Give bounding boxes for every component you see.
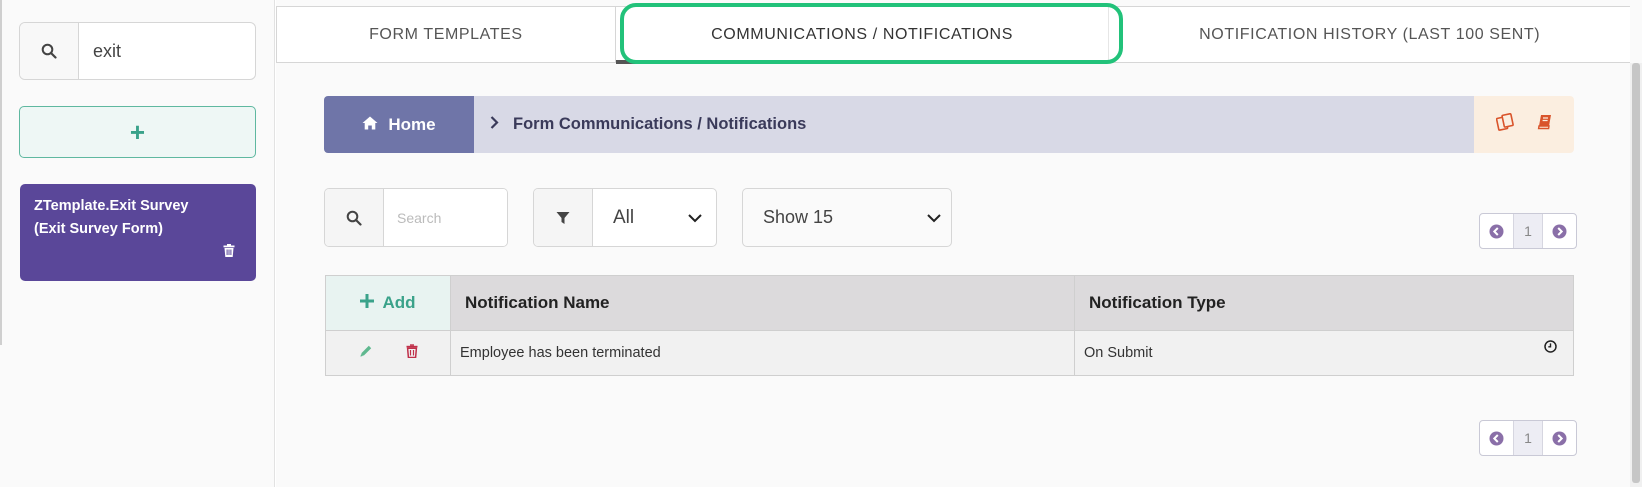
template-card[interactable]: ZTemplate.Exit Survey (Exit Survey Form) — [20, 184, 256, 281]
arrow-right-circle-icon — [1552, 431, 1567, 445]
notification-name-cell[interactable]: Employee has been terminated — [451, 331, 1075, 375]
breadcrumb-home[interactable]: Home — [324, 96, 474, 153]
main-panel: FORM TEMPLATES COMMUNICATIONS / NOTIFICA… — [276, 0, 1642, 487]
scrollbar-thumb[interactable] — [1632, 63, 1640, 483]
filter-icon — [534, 189, 593, 246]
sidebar-search[interactable]: exit — [19, 22, 256, 80]
next-page-button[interactable] — [1543, 421, 1576, 455]
add-notification-label: Add — [382, 293, 416, 312]
current-page: 1 — [1513, 421, 1543, 455]
sidebar: exit + ZTemplate.Exit Survey (Exit Surve… — [0, 0, 275, 487]
row-actions — [326, 331, 451, 375]
search-icon — [20, 23, 79, 79]
prev-page-button[interactable] — [1480, 214, 1513, 248]
active-tab-underline — [615, 60, 1101, 64]
type-filter-select[interactable]: All — [593, 189, 716, 246]
delete-template-icon[interactable] — [223, 242, 235, 265]
edit-pencil-icon[interactable] — [359, 344, 373, 363]
tab-notification-history[interactable]: NOTIFICATION HISTORY (LAST 100 SENT) — [1108, 7, 1630, 62]
template-card-subtitle: (Exit Survey Form) — [34, 221, 163, 237]
delete-trash-icon[interactable] — [406, 343, 418, 363]
home-icon — [362, 115, 378, 135]
arrow-right-circle-icon — [1552, 224, 1567, 238]
vertical-scrollbar[interactable] — [1630, 63, 1642, 487]
pagination-bottom: 1 — [1479, 420, 1577, 456]
tab-label: FORM TEMPLATES — [369, 25, 523, 43]
notifications-table: Add Notification Name Notification Type … — [325, 275, 1574, 376]
tab-label: COMMUNICATIONS / NOTIFICATIONS — [711, 25, 1013, 43]
chevron-right-icon — [490, 115, 499, 134]
search-input[interactable] — [384, 189, 507, 246]
tab-form-templates[interactable]: FORM TEMPLATES — [277, 7, 616, 62]
column-header-name[interactable]: Notification Name — [451, 276, 1075, 330]
arrow-left-circle-icon — [1489, 224, 1504, 238]
pagination-top: 1 — [1479, 213, 1577, 249]
table-header: Add Notification Name Notification Type — [326, 276, 1573, 331]
tab-bar: FORM TEMPLATES COMMUNICATIONS / NOTIFICA… — [276, 6, 1630, 64]
notification-type-value: On Submit — [1084, 345, 1153, 361]
page-size-select[interactable]: Show 15 — [742, 188, 952, 247]
type-filter-value: All — [613, 206, 635, 228]
add-template-button[interactable]: + — [19, 106, 256, 158]
page-size-value: Show 15 — [763, 207, 834, 227]
copy-icon[interactable] — [1495, 112, 1514, 136]
app-window: exit + ZTemplate.Exit Survey (Exit Surve… — [0, 0, 1642, 487]
search-icon — [325, 189, 384, 246]
breadcrumb-home-label: Home — [388, 114, 436, 134]
template-card-title: ZTemplate.Exit Survey — [34, 198, 189, 214]
arrow-left-circle-icon — [1489, 431, 1504, 445]
notification-search[interactable] — [324, 188, 508, 247]
table-row: Employee has been terminated On Submit — [326, 331, 1573, 375]
tab-communications-notifications[interactable]: COMMUNICATIONS / NOTIFICATIONS — [615, 7, 1109, 64]
plus-icon — [360, 293, 375, 313]
column-header-type[interactable]: Notification Type — [1075, 276, 1573, 330]
clock-icon[interactable] — [1544, 340, 1557, 357]
sidebar-search-input[interactable]: exit — [79, 23, 255, 79]
breadcrumb-actions — [1474, 96, 1574, 153]
breadcrumb-current: Form Communications / Notifications — [474, 96, 1474, 153]
add-notification-button[interactable]: Add — [326, 276, 451, 330]
next-page-button[interactable] — [1543, 214, 1576, 248]
tab-label: NOTIFICATION HISTORY (LAST 100 SENT) — [1199, 25, 1541, 43]
type-filter[interactable]: All — [533, 188, 717, 247]
chevron-down-icon — [927, 207, 941, 228]
prev-page-button[interactable] — [1480, 421, 1513, 455]
breadcrumb-current-label: Form Communications / Notifications — [513, 115, 807, 133]
chevron-down-icon — [688, 207, 702, 229]
breadcrumb: Home Form Communications / Notifications — [324, 96, 1574, 153]
book-icon[interactable] — [1537, 114, 1553, 135]
sidebar-edge — [0, 0, 2, 345]
notification-type-cell[interactable]: On Submit — [1075, 331, 1573, 375]
current-page: 1 — [1513, 214, 1543, 248]
